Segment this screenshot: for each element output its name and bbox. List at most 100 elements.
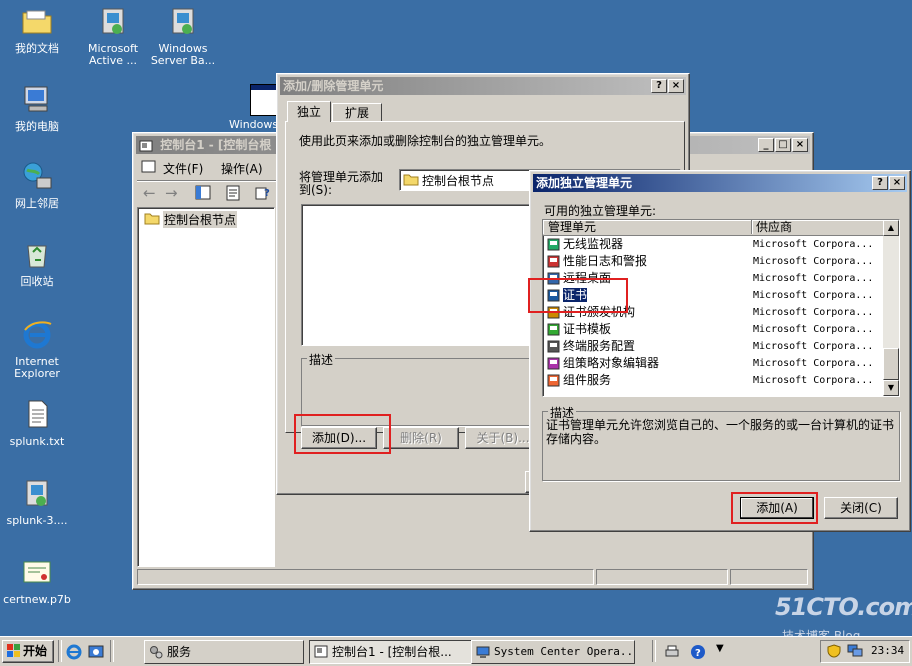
column-header-snapin[interactable]: 管理单元 [543,220,752,234]
taskbar-item-console[interactable]: 控制台1 - [控制台根... [309,640,475,664]
maximize-button[interactable]: □ [775,138,791,152]
desktop-icon-internet-explorer[interactable]: Internet Explorer [0,318,77,380]
desktop-icon-label: 回收站 [20,275,54,288]
folder-icon [403,174,419,186]
snapin-icon [547,255,560,268]
snapin-row[interactable]: 证书模板 Microsoft Corpora... [547,321,877,338]
desktop-icon-label: 网上邻居 [15,197,59,210]
help-icon[interactable]: ? [255,185,271,201]
desktop-icon-label: 我的电脑 [15,120,59,133]
snapin-icon [547,374,560,387]
windows-logo-icon [7,644,20,657]
snapin-icon [547,340,560,353]
snapin-row[interactable]: 组策略对象编辑器 Microsoft Corpora... [547,355,877,372]
list-header: 管理单元 供应商 [543,220,883,236]
system-tray: 23:34 [820,640,910,663]
tab-standalone[interactable]: 独立 [287,101,331,122]
scroll-down-button[interactable]: ▼ [883,380,899,396]
tab-extensions[interactable]: 扩展 [332,103,382,122]
help-button[interactable]: ? [651,79,667,93]
snapin-icon [547,357,560,370]
scroll-up-button[interactable]: ▲ [883,220,899,236]
desktop-icon-my-documents[interactable]: 我的文档 [0,5,77,55]
network-icon [23,162,52,189]
shield-icon[interactable] [827,644,841,658]
printer-icon[interactable] [664,644,680,660]
menu-action[interactable]: 操作(A) [221,160,263,177]
snapin-vendor: Microsoft Corpora... [753,324,874,335]
show-desktop-icon[interactable] [88,644,104,660]
help-button[interactable]: ? [872,176,888,190]
console-icon [139,140,153,151]
desktop-icon-network[interactable]: 网上邻居 [0,160,77,210]
desktop-icon-ms-active[interactable]: Microsoft Active ... [73,5,153,67]
highlight-certificates-row [528,278,628,313]
snapin-row[interactable]: 性能日志和警报 Microsoft Corpora... [547,253,877,270]
desktop-icon-label: splunk.txt [9,435,65,448]
start-button[interactable]: 开始 [2,640,54,663]
desktop-icon-recycle-bin[interactable]: 回收站 [0,238,77,288]
installer-icon [172,8,194,34]
snapin-name: 终端服务配置 [563,339,636,353]
column-header-vendor[interactable]: 供应商 [752,220,887,234]
clock[interactable]: 23:34 [871,644,904,657]
help-icon[interactable]: ? [690,644,706,660]
snapin-name: 性能日志和警报 [563,254,648,268]
watermark-logo: 51CTO.com [775,593,912,621]
taskbar-item-services[interactable]: 服务 [144,640,304,664]
desktop-icon-label: Internet Explorer [14,355,60,380]
available-snapins-label: 可用的独立管理单元: [544,204,657,218]
snapin-row[interactable]: 组件服务 Microsoft Corpora... [547,372,877,389]
menu-file[interactable]: 文件(F) [163,160,203,177]
snapin-vendor: Microsoft Corpora... [753,239,874,250]
console-tree-pane[interactable]: 控制台根节点 [137,207,275,567]
network-status-icon[interactable] [847,644,863,658]
minimize-button[interactable]: _ [758,138,774,152]
scroll-thumb[interactable] [883,348,899,380]
show-hide-tree-icon[interactable] [195,185,211,201]
snapin-name: 组件服务 [563,373,612,387]
desktop-icon-label: Windows Server Ba... [150,42,216,67]
desktop-icon-label: splunk-3.... [6,514,68,527]
snapin-row[interactable]: 终端服务配置 Microsoft Corpora... [547,338,877,355]
vertical-scrollbar[interactable]: ▲ ▼ [883,220,899,396]
add-standalone-title-bar[interactable]: 添加独立管理单元 ? × [533,174,907,192]
svg-text:?: ? [695,648,701,659]
back-arrow-icon[interactable]: ← [143,184,156,202]
desktop-icon-splunk-installer[interactable]: splunk-3.... [0,477,77,527]
internet-explorer-icon [23,321,52,349]
console-menu-icon[interactable] [141,160,157,174]
start-label: 开始 [23,644,48,658]
desktop-icon-my-computer[interactable]: 我的电脑 [0,83,77,133]
monitor-icon [476,646,490,658]
forward-arrow-icon[interactable]: → [165,184,178,202]
close-button[interactable]: × [889,176,905,190]
folder-icon [22,10,52,34]
desktop-icon-splunk-txt[interactable]: splunk.txt [0,398,77,448]
desktop-icon-windows-server-backup[interactable]: Windows Server Ba... [143,5,223,67]
taskbar-item-system-center[interactable]: System Center Opera... [471,640,635,664]
add-standalone-title: 添加独立管理单元 [536,176,633,190]
properties-icon[interactable] [225,185,241,201]
add-standalone-snapin-dialog[interactable]: 添加独立管理单元 ? × 可用的独立管理单元: 管理单元 供应商 无线监视器 Mi… [529,170,911,532]
desktop-icon-certnew[interactable]: certnew.p7b [0,556,77,606]
snapin-row[interactable]: 无线监视器 Microsoft Corpora... [547,236,877,253]
installer-icon [26,480,48,506]
close-button[interactable]: × [792,138,808,152]
chevron-down-icon[interactable]: ▼ [716,643,724,654]
remove-snapin-button[interactable]: 删除(R) [383,427,459,449]
tree-root-node[interactable]: 控制台根节点 [163,211,238,228]
snapin-name: 证书模板 [563,322,612,336]
snapin-icon [547,323,560,336]
console-icon [314,645,328,658]
snapin-name: 组策略对象编辑器 [563,356,660,370]
internet-explorer-icon[interactable] [66,644,82,660]
close-button[interactable]: × [668,79,684,93]
description-group-label: 描述 [307,351,336,368]
add-remove-title-bar[interactable]: 添加/删除管理单元 ? × [280,77,686,95]
recycle-bin-icon [27,245,47,268]
description-text: 证书管理单元允许您浏览自己的、一个服务的或一台计算机的证书存储内容。 [546,418,895,446]
taskbar: 开始 服务 控制台1 - [控制台根... System Center Oper… [0,636,912,666]
close-dialog-button[interactable]: 关闭(C) [824,497,898,519]
snapin-name: 无线监视器 [563,237,624,251]
